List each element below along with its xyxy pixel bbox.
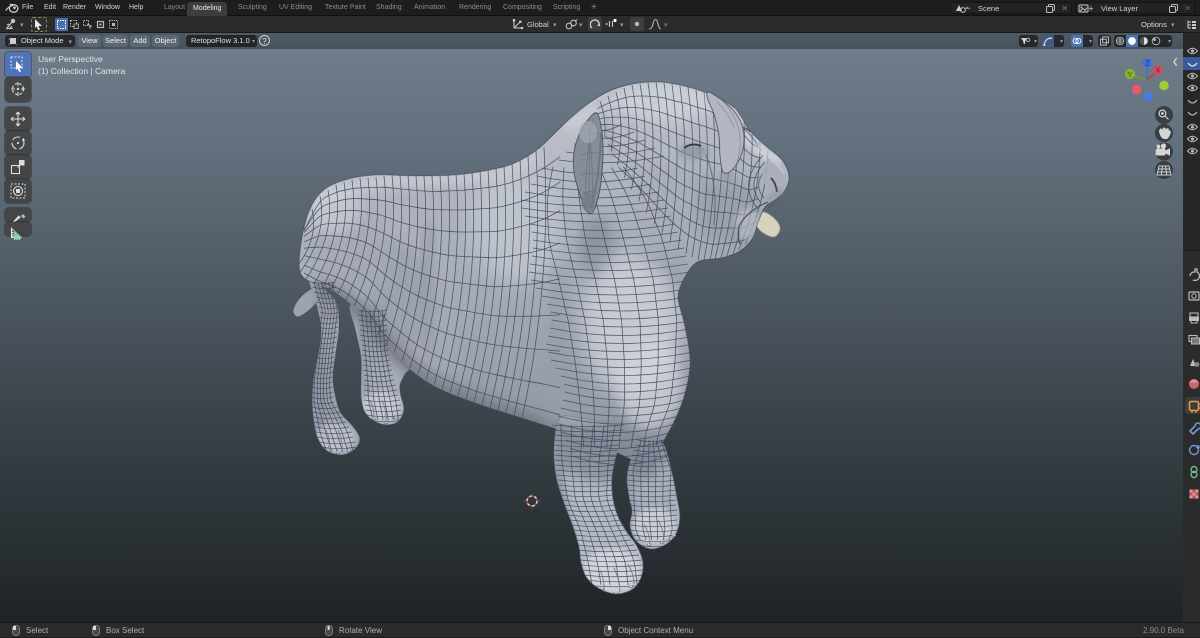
- svg-text:Z: Z: [1145, 61, 1150, 68]
- svg-text:X: X: [1156, 68, 1161, 75]
- svg-text:Y: Y: [1128, 72, 1133, 79]
